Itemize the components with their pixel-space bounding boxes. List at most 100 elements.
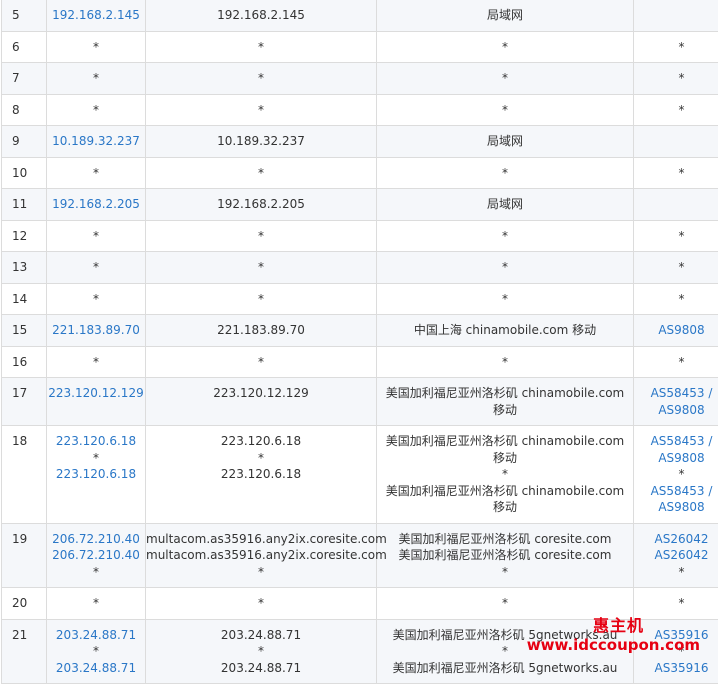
cell-text: 美国加利福尼亚州洛杉矶 coresite.com [377, 531, 633, 548]
asn-link[interactable]: AS26042 [634, 531, 718, 548]
ip-link[interactable]: 203.24.88.71 [47, 660, 145, 677]
hop-label: 18 [12, 433, 46, 450]
asn-cell: * [634, 63, 718, 95]
hostname-cell: multacom.as35916.any2ix.coresite.commult… [146, 523, 377, 588]
cell-text: 局域网 [377, 7, 633, 24]
ip-cell: 192.168.2.205 [47, 189, 146, 221]
asn-cell: * [634, 283, 718, 315]
hop-number: 13 [2, 252, 47, 284]
hop-number: 7 [2, 63, 47, 95]
hop-label: 10 [12, 165, 46, 182]
cell-text: * [634, 259, 718, 276]
ip-link[interactable]: 206.72.210.40 [47, 547, 145, 564]
location-cell: * [377, 31, 634, 63]
hostname-cell: * [146, 588, 377, 620]
hop-label: 12 [12, 228, 46, 245]
ip-link[interactable]: 223.120.12.129 [47, 385, 145, 402]
cell-text: * [146, 564, 376, 581]
asn-cell [634, 0, 718, 31]
location-cell: * [377, 157, 634, 189]
asn-link[interactable]: AS9808 [634, 499, 718, 516]
cell-text: * [146, 102, 376, 119]
asn-link[interactable]: AS58453 / [634, 433, 718, 450]
cell-text: 移动 [377, 402, 633, 419]
table-row: 15221.183.89.70221.183.89.70中国上海 chinamo… [2, 315, 718, 347]
asn-cell: AS26042AS26042* [634, 523, 718, 588]
ip-cell: * [47, 94, 146, 126]
hop-label: 13 [12, 259, 46, 276]
table-row: 20**** [2, 588, 718, 620]
asn-link[interactable]: AS58453 / [634, 483, 718, 500]
cell-text: * [47, 354, 145, 371]
ip-link[interactable]: 10.189.32.237 [47, 133, 145, 150]
asn-link[interactable]: AS9808 [634, 402, 718, 419]
cell-text: * [377, 259, 633, 276]
ip-link[interactable]: 206.72.210.40 [47, 531, 145, 548]
cell-text: * [146, 70, 376, 87]
ip-link[interactable]: 223.120.6.18 [47, 466, 145, 483]
cell-text: * [377, 291, 633, 308]
hop-label: 11 [12, 196, 46, 213]
cell-text: 美国加利福尼亚州洛杉矶 5gnetworks.au [377, 627, 633, 644]
traceroute-body: 5192.168.2.145192.168.2.145局域网 6****7***… [2, 0, 718, 684]
cell-text: * [47, 70, 145, 87]
hostname-cell: 223.120.12.129 [146, 378, 377, 426]
asn-cell: * [634, 157, 718, 189]
table-row: 14**** [2, 283, 718, 315]
asn-link[interactable]: AS9808 [634, 322, 718, 339]
cell-text: * [377, 564, 633, 581]
cell-text: * [634, 70, 718, 87]
ip-link[interactable]: 192.168.2.205 [47, 196, 145, 213]
asn-cell: * [634, 346, 718, 378]
table-row: 5192.168.2.145192.168.2.145局域网 [2, 0, 718, 31]
ip-link[interactable]: 192.168.2.145 [47, 7, 145, 24]
hop-number: 11 [2, 189, 47, 221]
cell-text: * [377, 165, 633, 182]
ip-link[interactable]: 221.183.89.70 [47, 322, 145, 339]
table-row: 18223.120.6.18*223.120.6.18223.120.6.18*… [2, 426, 718, 524]
cell-text: * [146, 291, 376, 308]
cell-text: * [146, 228, 376, 245]
empty-cell [634, 196, 718, 213]
hostname-cell: 192.168.2.205 [146, 189, 377, 221]
asn-link[interactable]: AS58453 / [634, 385, 718, 402]
ip-link[interactable]: 223.120.6.18 [47, 433, 145, 450]
cell-text: * [146, 39, 376, 56]
ip-cell: * [47, 63, 146, 95]
cell-text: multacom.as35916.any2ix.coresite.com [146, 531, 376, 548]
hop-number: 6 [2, 31, 47, 63]
hop-number: 8 [2, 94, 47, 126]
cell-text: * [634, 102, 718, 119]
cell-text: 美国加利福尼亚州洛杉矶 chinamobile.com [377, 483, 633, 500]
cell-text: 223.120.12.129 [146, 385, 376, 402]
asn-link[interactable]: AS35916 [634, 627, 718, 644]
table-row: 16**** [2, 346, 718, 378]
cell-text: 美国加利福尼亚州洛杉矶 chinamobile.com [377, 385, 633, 402]
location-cell: 中国上海 chinamobile.com 移动 [377, 315, 634, 347]
cell-text: 局域网 [377, 196, 633, 213]
cell-text: * [146, 643, 376, 660]
ip-cell: 221.183.89.70 [47, 315, 146, 347]
cell-text: 美国加利福尼亚州洛杉矶 5gnetworks.au [377, 660, 633, 677]
ip-cell: * [47, 252, 146, 284]
table-row: 17223.120.12.129223.120.12.129美国加利福尼亚州洛杉… [2, 378, 718, 426]
asn-link[interactable]: AS9808 [634, 450, 718, 467]
ip-cell: * [47, 157, 146, 189]
cell-text: * [634, 228, 718, 245]
ip-cell: 206.72.210.40206.72.210.40* [47, 523, 146, 588]
location-cell: 美国加利福尼亚州洛杉矶 chinamobile.com移动 [377, 378, 634, 426]
hop-label: 17 [12, 385, 46, 402]
location-cell: 美国加利福尼亚州洛杉矶 coresite.com美国加利福尼亚州洛杉矶 core… [377, 523, 634, 588]
asn-link[interactable]: AS35916 [634, 660, 718, 677]
asn-cell: AS58453 /AS9808 [634, 378, 718, 426]
empty-cell [634, 7, 718, 24]
ip-link[interactable]: 203.24.88.71 [47, 627, 145, 644]
hostname-cell: * [146, 283, 377, 315]
asn-cell: * [634, 94, 718, 126]
cell-text: * [377, 354, 633, 371]
cell-text: * [47, 450, 145, 467]
cell-text: 192.168.2.205 [146, 196, 376, 213]
asn-link[interactable]: AS26042 [634, 547, 718, 564]
location-cell: 局域网 [377, 0, 634, 31]
hostname-cell: * [146, 346, 377, 378]
